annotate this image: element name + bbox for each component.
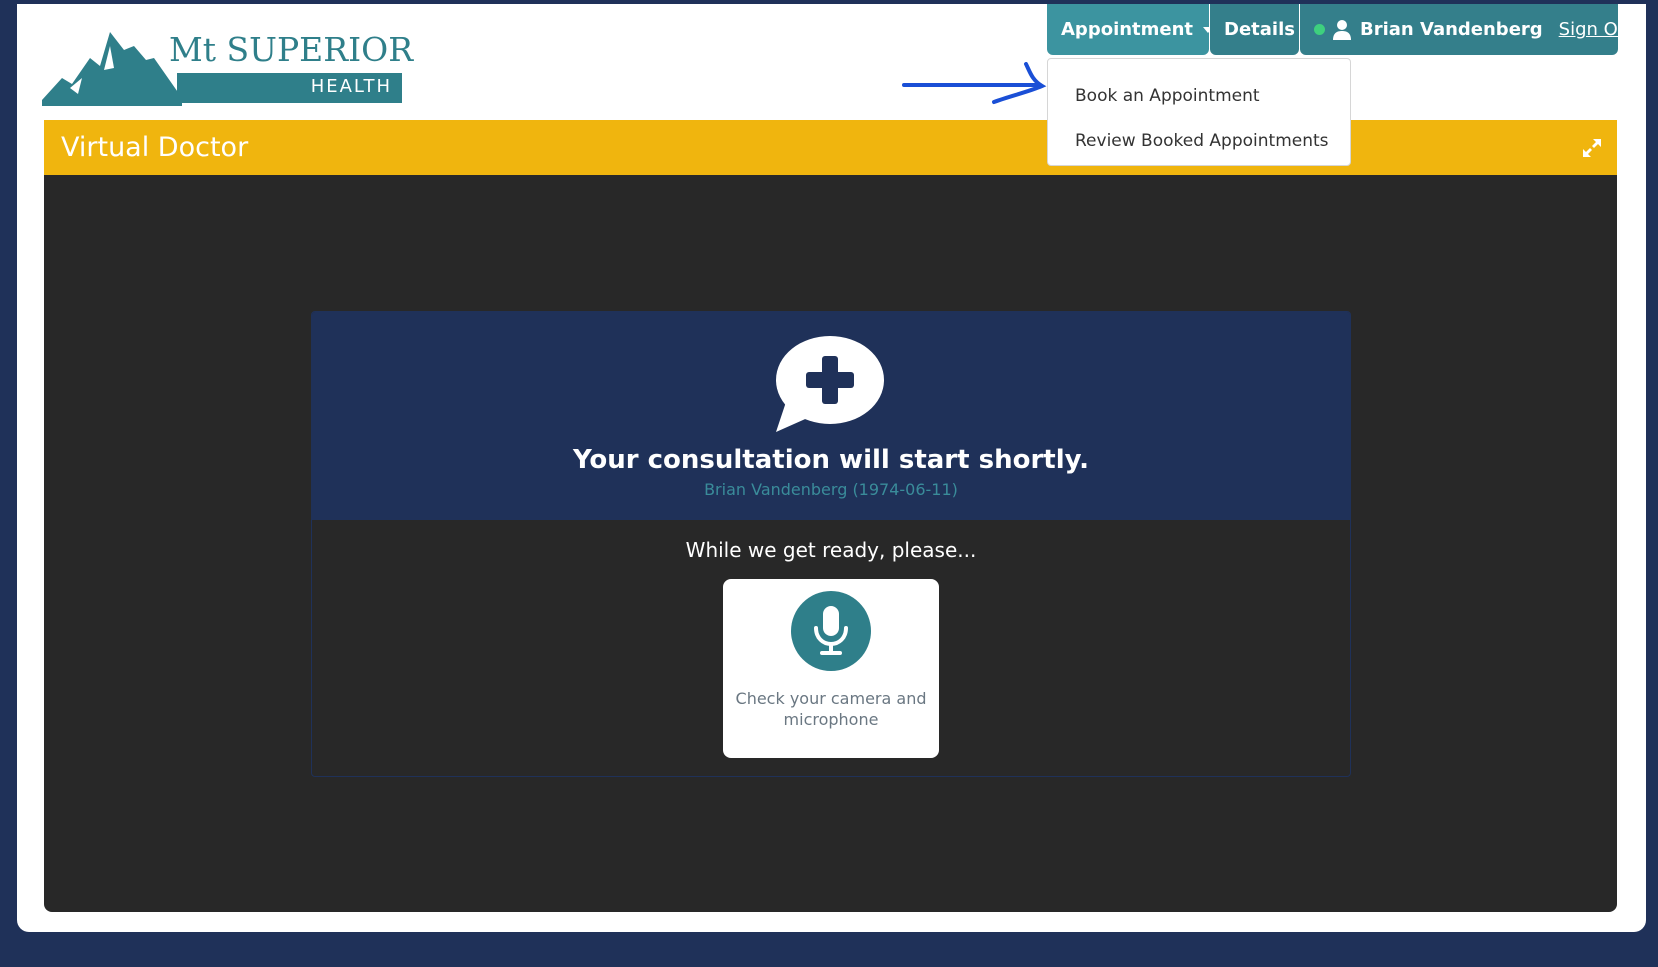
microphone-icon xyxy=(814,606,848,655)
top-nav: Appointment Details Brian Vandenberg Sig… xyxy=(1047,4,1636,55)
book-appointment-item[interactable]: Book an Appointment xyxy=(1048,73,1350,118)
sign-out-link[interactable]: Sign Out xyxy=(1559,19,1637,40)
mountain-logo-icon xyxy=(42,32,182,106)
details-button[interactable]: Details xyxy=(1210,4,1299,55)
virtual-doctor-body: Your consultation will start shortly. Br… xyxy=(44,175,1617,912)
brand-sub: HEALTH xyxy=(310,76,392,97)
appointment-menu-button[interactable]: Appointment xyxy=(1047,4,1214,55)
ready-text: While we get ready, please... xyxy=(685,538,977,562)
check-camera-microphone-button[interactable]: Check your camera and microphone xyxy=(723,579,939,758)
expand-icon[interactable] xyxy=(1581,137,1603,159)
appointment-dropdown: Book an Appointment Review Booked Appoin… xyxy=(1047,58,1351,166)
review-appointments-item[interactable]: Review Booked Appointments xyxy=(1048,118,1350,163)
brand-logo[interactable]: Mt SUPERIOR HEALTH xyxy=(42,28,413,106)
consultation-title: Your consultation will start shortly. xyxy=(572,445,1090,475)
appointment-label: Appointment xyxy=(1061,19,1194,40)
panel-title: Virtual Doctor xyxy=(61,132,249,163)
consultation-header: Your consultation will start shortly. Br… xyxy=(312,312,1350,520)
brand-band: HEALTH xyxy=(177,73,402,103)
brand-name: Mt SUPERIOR xyxy=(169,30,414,69)
virtual-doctor-header: Virtual Doctor xyxy=(44,120,1617,175)
user-icon xyxy=(1333,19,1351,40)
user-menu: Brian Vandenberg Sign Out xyxy=(1300,4,1636,55)
details-label: Details xyxy=(1224,19,1295,40)
consultation-card: Your consultation will start shortly. Br… xyxy=(311,311,1351,777)
user-name: Brian Vandenberg xyxy=(1360,19,1543,40)
check-label: Check your camera and microphone xyxy=(735,689,927,729)
patient-info: Brian Vandenberg (1974-06-11) xyxy=(704,480,958,499)
online-status-dot xyxy=(1314,24,1325,35)
mic-circle xyxy=(791,591,871,671)
medical-chat-icon xyxy=(776,336,884,432)
annotation-arrow-icon xyxy=(902,62,1047,104)
